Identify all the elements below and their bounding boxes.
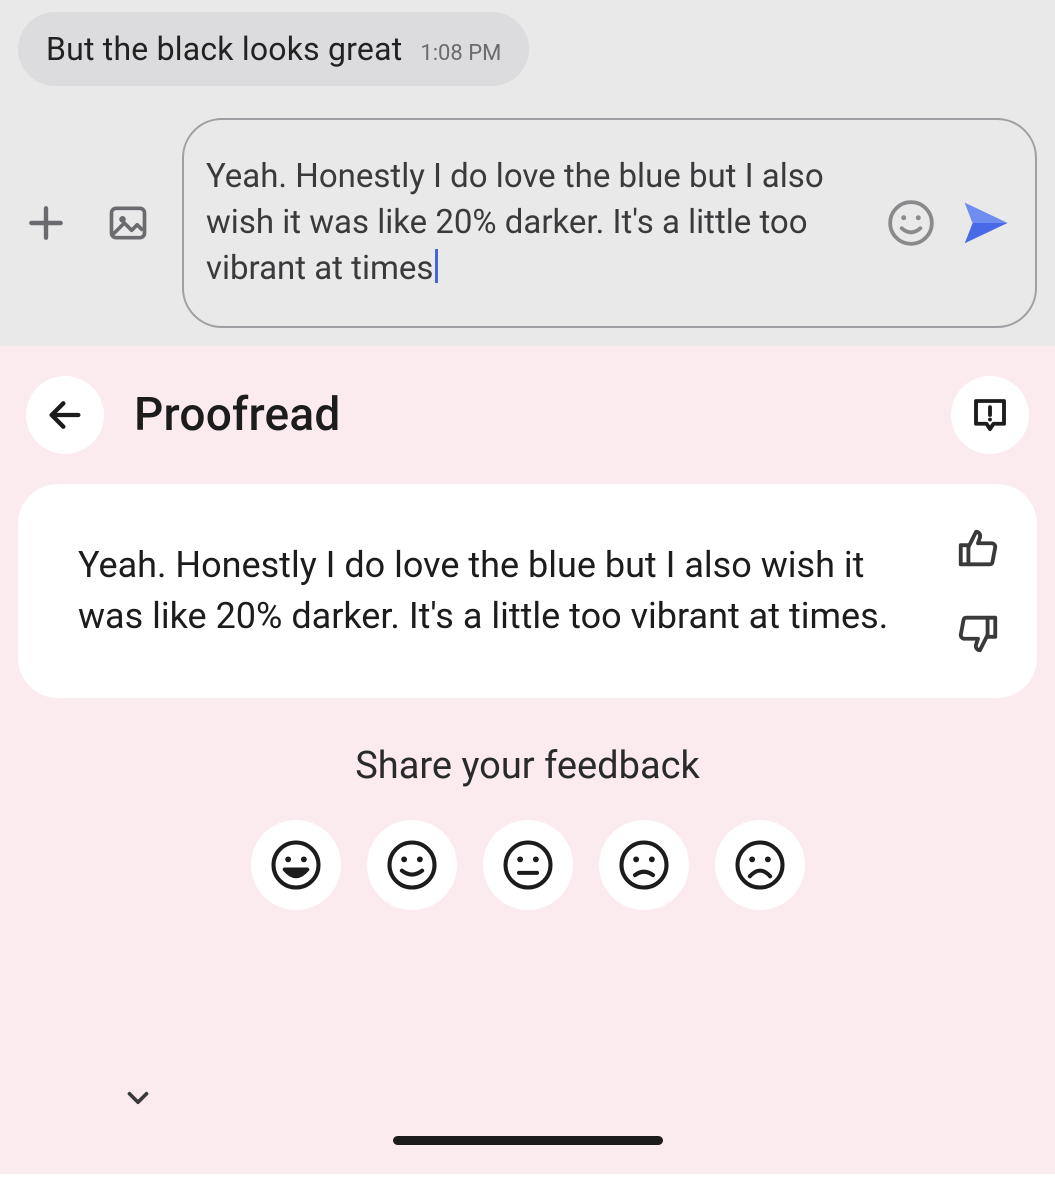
thumbs-down-icon	[955, 610, 1001, 656]
thumbs-up-icon	[955, 526, 1001, 572]
send-icon	[958, 196, 1012, 250]
plus-icon	[24, 201, 68, 245]
add-attachment-button[interactable]	[18, 195, 74, 251]
thumbs-down-button[interactable]	[953, 608, 1003, 658]
chat-area: But the black looks great 1:08 PM Yeah. …	[0, 0, 1055, 346]
feedback-face-happy[interactable]	[367, 820, 457, 910]
proofread-suggestion-card[interactable]: Yeah. Honestly I do love the blue but I …	[18, 484, 1037, 698]
face-very-happy-icon	[269, 838, 323, 892]
feedback-prompt: Share your feedback	[18, 744, 1037, 788]
face-slightly-sad-icon	[617, 838, 671, 892]
feedback-faces-row	[18, 820, 1037, 910]
received-message-time: 1:08 PM	[420, 41, 501, 66]
face-neutral-icon	[501, 838, 555, 892]
thumbs-up-button[interactable]	[953, 524, 1003, 574]
add-image-button[interactable]	[100, 195, 156, 251]
face-sad-icon	[733, 838, 787, 892]
system-nav-area	[0, 1116, 1055, 1164]
chevron-down-icon	[121, 1081, 155, 1115]
arrow-left-icon	[45, 395, 85, 435]
proofread-suggestion-text: Yeah. Honestly I do love the blue but I …	[78, 540, 923, 642]
feedback-face-slightly-sad[interactable]	[599, 820, 689, 910]
received-message-text: But the black looks great	[46, 30, 402, 68]
face-happy-icon	[385, 838, 439, 892]
report-icon	[969, 394, 1011, 436]
smiley-icon	[886, 198, 936, 248]
send-button[interactable]	[957, 195, 1013, 251]
back-button[interactable]	[26, 376, 104, 454]
gesture-bar[interactable]	[393, 1136, 663, 1145]
vote-column	[953, 524, 1003, 658]
image-icon	[106, 201, 150, 245]
proofread-header: Proofread	[18, 368, 1037, 484]
feedback-face-sad[interactable]	[715, 820, 805, 910]
feedback-section: Share your feedback	[18, 744, 1037, 910]
compose-draft-text: Yeah. Honestly I do love the blue but I …	[206, 154, 865, 293]
compose-row: Yeah. Honestly I do love the blue but I …	[18, 118, 1037, 328]
received-message-bubble[interactable]: But the black looks great 1:08 PM	[18, 12, 529, 86]
proofread-title: Proofread	[134, 388, 921, 442]
feedback-face-very-happy[interactable]	[251, 820, 341, 910]
proofread-panel: Proofread Yeah. Honestly I do love the b…	[0, 346, 1055, 1174]
compose-input[interactable]: Yeah. Honestly I do love the blue but I …	[182, 118, 1037, 328]
feedback-face-neutral[interactable]	[483, 820, 573, 910]
emoji-picker-button[interactable]	[883, 195, 939, 251]
text-caret	[435, 249, 438, 283]
report-button[interactable]	[951, 376, 1029, 454]
